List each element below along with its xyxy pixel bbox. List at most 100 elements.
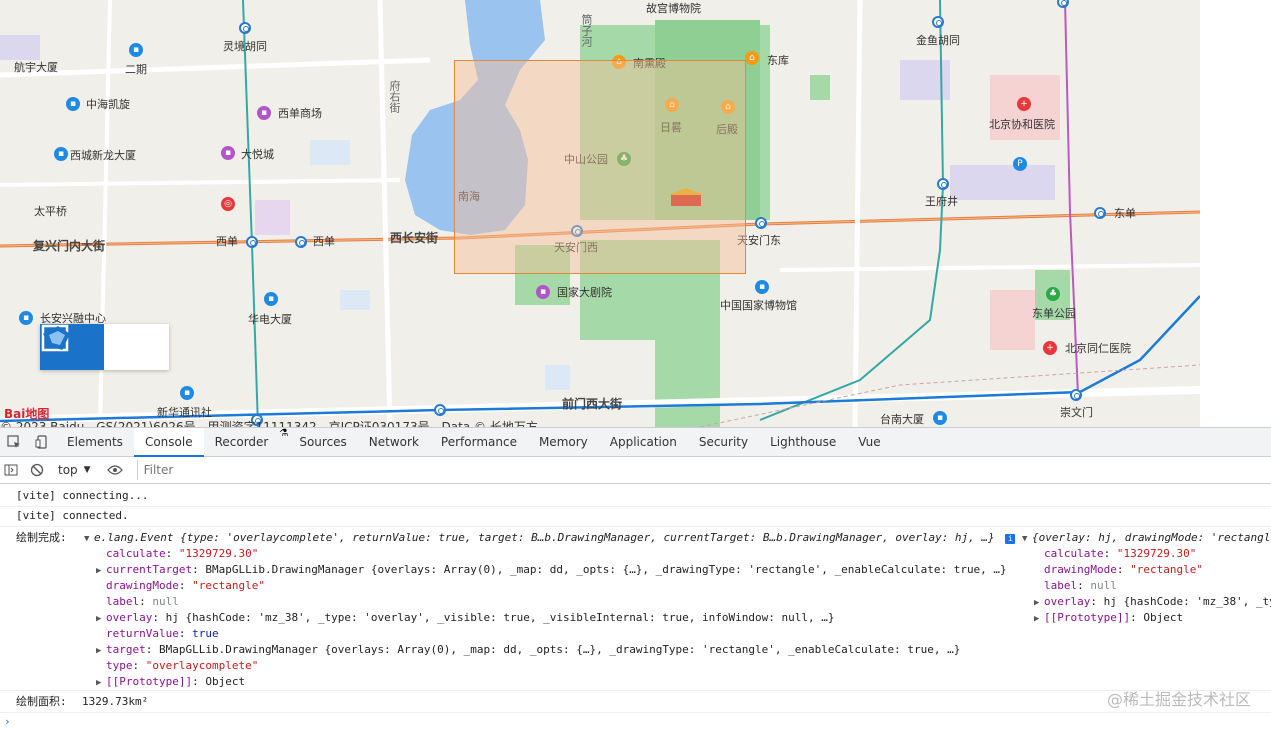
right-object-summary[interactable]: ▼ {overlay: hj, drawingMode: 'rectangle',… xyxy=(1022,530,1271,547)
tab-elements[interactable]: Elements xyxy=(56,428,134,456)
info-icon: i xyxy=(1005,534,1016,544)
console-message: [vite] connecting... xyxy=(16,489,149,502)
console-log-label: 绘制完成: xyxy=(16,531,67,544)
museum-icon: ⌂ xyxy=(745,51,759,65)
map-place-label: 中国国家博物馆 xyxy=(720,299,797,312)
map-place-label: 国家大剧院 xyxy=(557,286,612,299)
drawing-toolbar xyxy=(40,324,169,370)
tab-recorder[interactable]: Recorder xyxy=(204,428,280,456)
expand-triangle-icon: ▶ xyxy=(96,646,102,656)
expand-triangle-icon: ▶ xyxy=(96,566,102,576)
building-icon: ▪ xyxy=(66,97,80,111)
tab-security[interactable]: Security xyxy=(688,428,759,456)
devtools-tabbar: Elements Console Recorder ⚗ Sources Network P… xyxy=(0,428,1271,457)
property-key: type xyxy=(106,659,133,672)
subway-line-5 xyxy=(1064,0,1079,396)
building-icon: ▪ xyxy=(933,411,947,425)
property-row[interactable]: ▶ target: BMapGLLib.DrawingManager {overl… xyxy=(96,642,960,659)
map-place-label: 北京协和医院 xyxy=(989,118,1055,131)
expand-triangle-icon: ▶ xyxy=(96,614,102,624)
event-object-summary[interactable]: ▼ e.lang.Event {type: 'overlaycomplete', … xyxy=(84,530,1016,547)
tab-application[interactable]: Application xyxy=(599,428,688,456)
expanded-triangle-icon: ▼ xyxy=(84,534,90,544)
tab-performance[interactable]: Performance xyxy=(430,428,528,456)
hospital-icon: + xyxy=(1043,341,1057,355)
subway-station-icon xyxy=(755,217,767,229)
property-value: hj {hashCode: 'mz_38', _type: 'overlay',… xyxy=(165,611,835,624)
device-toolbar-icon[interactable] xyxy=(28,428,56,456)
inspect-element-icon[interactable] xyxy=(0,428,28,456)
property-key: [[Prototype]] xyxy=(1044,611,1131,624)
property-row: type: "overlaycomplete" xyxy=(106,659,259,672)
building xyxy=(340,290,370,310)
property-row: returnValue: true xyxy=(106,627,219,640)
right-summary-text: {overlay: hj, drawingMode: 'rectangle', … xyxy=(1032,531,1271,544)
theater-icon: ▪ xyxy=(536,285,550,299)
map-road-label: 西长安街 xyxy=(390,231,439,245)
map-place-label: 二期 xyxy=(125,63,147,76)
building xyxy=(255,200,290,235)
map-canvas[interactable]: ▪ ⌂ ⌂ ⌂ ⌂ ▪ ▪ + ▪ ▪ ♣ P ◎ ▪ ▪ ▪ ▪ ♣ + ▪ … xyxy=(0,0,1200,427)
property-value: "1329729.30" xyxy=(178,547,259,560)
museum-icon: ▪ xyxy=(755,280,769,294)
map-place-label: 东单 xyxy=(1114,207,1136,220)
property-value: "1329729.30" xyxy=(1116,547,1197,560)
expanded-triangle-icon: ▼ xyxy=(1022,534,1028,544)
chevron-down-icon: ▼ xyxy=(83,465,91,475)
property-row[interactable]: ▶ overlay: hj {hashCode: 'mz_38', _type: … xyxy=(96,610,835,627)
filter-input[interactable] xyxy=(136,460,446,480)
console-toolbar: top ▼ xyxy=(0,457,1271,484)
property-key: calculate xyxy=(1044,547,1104,560)
map-place-label: 东库 xyxy=(767,54,789,67)
tab-network[interactable]: Network xyxy=(358,428,430,456)
target-icon: ◎ xyxy=(221,197,235,211)
subway-station-icon xyxy=(295,236,307,248)
sidebar-toggle-icon[interactable] xyxy=(0,456,22,484)
expand-triangle-icon: ▶ xyxy=(1034,614,1040,624)
property-row[interactable]: ▶overlay: hj {hashCode: 'mz_38', _type:… xyxy=(1034,594,1271,611)
flask-icon: ⚗ xyxy=(279,428,289,439)
subway-station-icon xyxy=(1070,389,1082,401)
tab-console[interactable]: Console xyxy=(133,428,204,457)
property-row: calculate: "1329729.30" xyxy=(106,547,259,560)
map-place-label: 东单公园 xyxy=(1032,307,1076,320)
eye-icon[interactable] xyxy=(101,456,129,484)
area-label: 绘制面积: xyxy=(16,695,67,708)
property-row[interactable]: ▶ [[Prototype]]: Object xyxy=(96,674,245,691)
map-place-label: 台南大厦 xyxy=(880,413,924,426)
tab-vue[interactable]: Vue xyxy=(847,428,891,456)
subway-station-icon xyxy=(937,178,949,190)
property-row: calculate: "1329729.30" xyxy=(1044,547,1197,560)
subway-station-icon xyxy=(246,236,258,248)
hospital-icon: + xyxy=(1017,97,1031,111)
hospital-area xyxy=(990,290,1035,350)
tab-lighthouse[interactable]: Lighthouse xyxy=(759,428,847,456)
devtools-panel: Elements Console Recorder ⚗ Sources Network P… xyxy=(0,427,1271,729)
tab-sources[interactable]: Sources xyxy=(288,428,357,456)
property-value: null xyxy=(1090,579,1117,592)
expand-triangle-icon: ▶ xyxy=(1034,598,1040,608)
property-row[interactable]: ▶ currentTarget: BMapGLLib.DrawingManager… xyxy=(96,562,1007,579)
property-row: drawingMode: "rectangle" xyxy=(106,579,265,592)
polygon-tool-button[interactable] xyxy=(42,324,168,370)
property-key: drawingMode xyxy=(106,579,179,592)
property-key: calculate xyxy=(106,547,166,560)
console-message: [vite] connected. xyxy=(16,509,129,522)
map-road-label: 前门西大街 xyxy=(562,397,623,411)
map-place-label: 故宫博物院 xyxy=(646,2,701,15)
map-place-label: 王府井 xyxy=(925,195,958,208)
property-value: hj {hashCode: 'mz_38', _type:… xyxy=(1103,595,1271,608)
property-row[interactable]: ▶ [[Prototype]]: Object xyxy=(1034,610,1183,627)
context-selector[interactable]: top ▼ xyxy=(58,463,91,477)
property-value: Object xyxy=(1143,611,1184,624)
property-value: "rectangle" xyxy=(192,579,265,592)
watermark: @稀土掘金技术社区 xyxy=(1106,690,1251,709)
property-row: label: null xyxy=(106,595,179,608)
drawn-rectangle-overlay[interactable] xyxy=(454,60,746,274)
parking-icon: P xyxy=(1013,157,1027,171)
clear-console-icon[interactable] xyxy=(26,456,48,484)
map-copyright: © 2023 Baidu - GS(2021)6026号 - 甲测资字11111… xyxy=(0,420,538,427)
expand-triangle-icon: ▶ xyxy=(96,678,102,688)
map-place-label: 大悦城 xyxy=(241,148,274,161)
tab-memory[interactable]: Memory xyxy=(528,428,599,456)
